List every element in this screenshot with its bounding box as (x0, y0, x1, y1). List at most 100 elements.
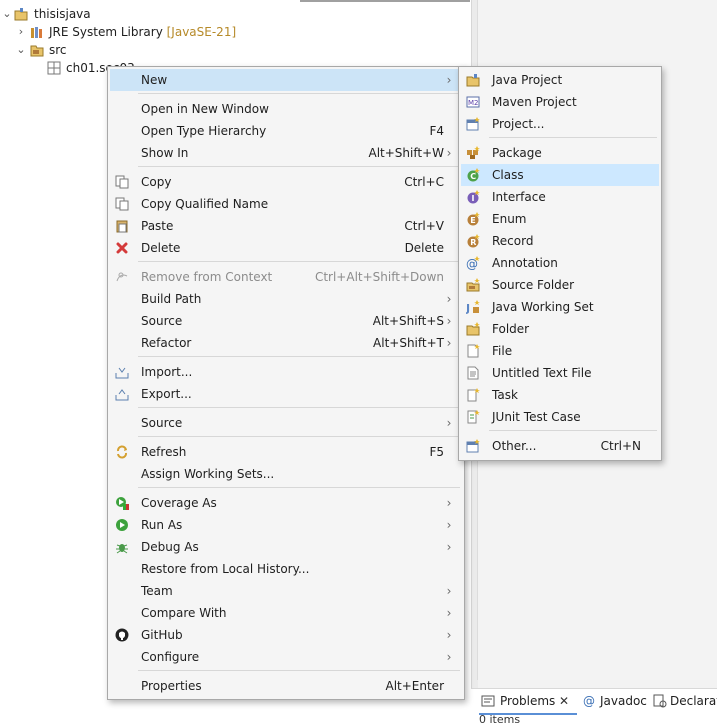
folder-icon (466, 322, 480, 336)
menu-item-restore-local-history[interactable]: Restore from Local History... (110, 558, 462, 580)
maven-project-icon: M2 (466, 95, 480, 109)
menu-item-delete[interactable]: Delete Delete (110, 237, 462, 259)
tab-javadoc[interactable]: @ Javadoc (581, 689, 651, 713)
submenu-arrow-icon: › (446, 628, 452, 642)
declaration-icon (653, 694, 667, 708)
tab-declaration[interactable]: Declarati (651, 689, 717, 713)
menu-item-open-new-window[interactable]: Open in New Window (110, 98, 462, 120)
submenu-arrow-icon: › (446, 292, 452, 306)
menu-shortcut: Ctrl+V (404, 219, 444, 233)
menu-label: Assign Working Sets... (141, 467, 275, 481)
menu-item-remove-from-context[interactable]: Remove from Context Ctrl+Alt+Shift+Down (110, 266, 462, 288)
menu-item-import[interactable]: Import... (110, 361, 462, 383)
tree-item-jre[interactable]: › JRE System Library [JavaSE-21] (0, 23, 300, 41)
menu-label: Interface (492, 190, 546, 204)
submenu-item-java-project[interactable]: Java Project (461, 69, 659, 91)
junit-icon (466, 410, 480, 424)
file-icon (466, 344, 480, 358)
github-icon (115, 628, 129, 642)
interface-icon: I (466, 190, 480, 204)
menu-label: Import... (141, 365, 193, 379)
submenu-item-enum[interactable]: E Enum (461, 208, 659, 230)
menu-item-coverage-as[interactable]: Coverage As › (110, 492, 462, 514)
svg-text:R: R (470, 238, 476, 247)
menu-item-source[interactable]: Source Alt+Shift+S › (110, 310, 462, 332)
menu-item-github[interactable]: GitHub › (110, 624, 462, 646)
menu-item-compare-with[interactable]: Compare With › (110, 602, 462, 624)
tab-declaration-label: Declarati (670, 694, 717, 708)
menu-item-copy[interactable]: Copy Ctrl+C (110, 171, 462, 193)
menu-item-debug-as[interactable]: Debug As › (110, 536, 462, 558)
submenu-item-source-folder[interactable]: Source Folder (461, 274, 659, 296)
items-count: 0 items (479, 713, 521, 726)
svg-text:I: I (472, 194, 475, 203)
menu-label: GitHub (141, 628, 183, 642)
remove-context-icon (115, 270, 129, 284)
collapsed-arrow-icon[interactable]: › (16, 23, 26, 41)
menu-shortcut: Alt+Enter (385, 679, 444, 693)
submenu-arrow-icon: › (446, 146, 452, 160)
submenu-item-folder[interactable]: Folder (461, 318, 659, 340)
submenu-item-task[interactable]: Task (461, 384, 659, 406)
menu-item-properties[interactable]: Properties Alt+Enter (110, 675, 462, 697)
tab-problems[interactable]: Problems ✕ (479, 689, 577, 715)
menu-item-build-path[interactable]: Build Path › (110, 288, 462, 310)
submenu-item-class[interactable]: C Class (461, 164, 659, 186)
menu-label: Java Working Set (492, 300, 594, 314)
menu-item-refresh[interactable]: Refresh F5 (110, 441, 462, 463)
export-icon (115, 387, 129, 401)
menu-item-run-as[interactable]: Run As › (110, 514, 462, 536)
menu-item-copy-qualified-name[interactable]: Copy Qualified Name (110, 193, 462, 215)
menu-shortcut: Alt+Shift+W (368, 146, 445, 160)
menu-item-paste[interactable]: Paste Ctrl+V (110, 215, 462, 237)
submenu-item-untitled-text-file[interactable]: Untitled Text File (461, 362, 659, 384)
menu-label: Copy Qualified Name (141, 197, 269, 211)
java-project-icon (466, 73, 480, 87)
menu-label: Compare With (141, 606, 227, 620)
explorer-top-border (0, 0, 471, 2)
tree-item-project[interactable]: ⌄ thisisjava (0, 5, 300, 23)
menu-item-configure[interactable]: Configure › (110, 646, 462, 668)
jre-label: JRE System Library (49, 25, 163, 39)
submenu-item-java-working-set[interactable]: J Java Working Set (461, 296, 659, 318)
run-icon (115, 518, 129, 532)
menu-item-show-in[interactable]: Show In Alt+Shift+W › (110, 142, 462, 164)
submenu-item-junit-test-case[interactable]: JUnit Test Case (461, 406, 659, 428)
menu-label: File (492, 344, 513, 358)
menu-item-refactor[interactable]: Refactor Alt+Shift+T › (110, 332, 462, 354)
package-icon (466, 146, 480, 160)
paste-icon (115, 219, 129, 233)
submenu-item-interface[interactable]: I Interface (461, 186, 659, 208)
text-file-icon (466, 366, 480, 380)
submenu-arrow-icon: › (446, 650, 452, 664)
bottom-tab-bar: Problems ✕ @ Javadoc Declarati 0 items (471, 688, 717, 726)
submenu-arrow-icon: › (446, 518, 452, 532)
debug-bug-icon (115, 540, 129, 554)
menu-item-source-submenu[interactable]: Source › (110, 412, 462, 434)
expanded-arrow-icon[interactable]: ⌄ (16, 41, 26, 59)
submenu-item-package[interactable]: Package (461, 142, 659, 164)
annotation-icon: @ (466, 256, 480, 270)
menu-label: Enum (492, 212, 527, 226)
menu-item-assign-working-sets[interactable]: Assign Working Sets... (110, 463, 462, 485)
close-icon[interactable]: ✕ (559, 689, 569, 713)
submenu-item-file[interactable]: File (461, 340, 659, 362)
submenu-item-maven-project[interactable]: M2 Maven Project (461, 91, 659, 113)
submenu-item-record[interactable]: R Record (461, 230, 659, 252)
expanded-arrow-icon[interactable]: ⌄ (2, 5, 12, 23)
menu-label: Show In (141, 146, 189, 160)
menu-item-open-type-hierarchy[interactable]: Open Type Hierarchy F4 (110, 120, 462, 142)
menu-item-export[interactable]: Export... (110, 383, 462, 405)
refresh-icon (115, 445, 129, 459)
submenu-arrow-icon: › (446, 73, 452, 87)
menu-item-team[interactable]: Team › (110, 580, 462, 602)
menu-item-new[interactable]: New › (110, 69, 462, 91)
tab-javadoc-label: Javadoc (600, 694, 647, 708)
submenu-item-other[interactable]: Other... Ctrl+N (461, 435, 659, 457)
menu-shortcut: F5 (429, 445, 444, 459)
tree-item-src[interactable]: ⌄ src (0, 41, 300, 59)
at-sign-icon: @ (583, 694, 595, 708)
menu-label: Other... (492, 439, 537, 453)
submenu-item-project[interactable]: Project... (461, 113, 659, 135)
submenu-item-annotation[interactable]: @ Annotation (461, 252, 659, 274)
